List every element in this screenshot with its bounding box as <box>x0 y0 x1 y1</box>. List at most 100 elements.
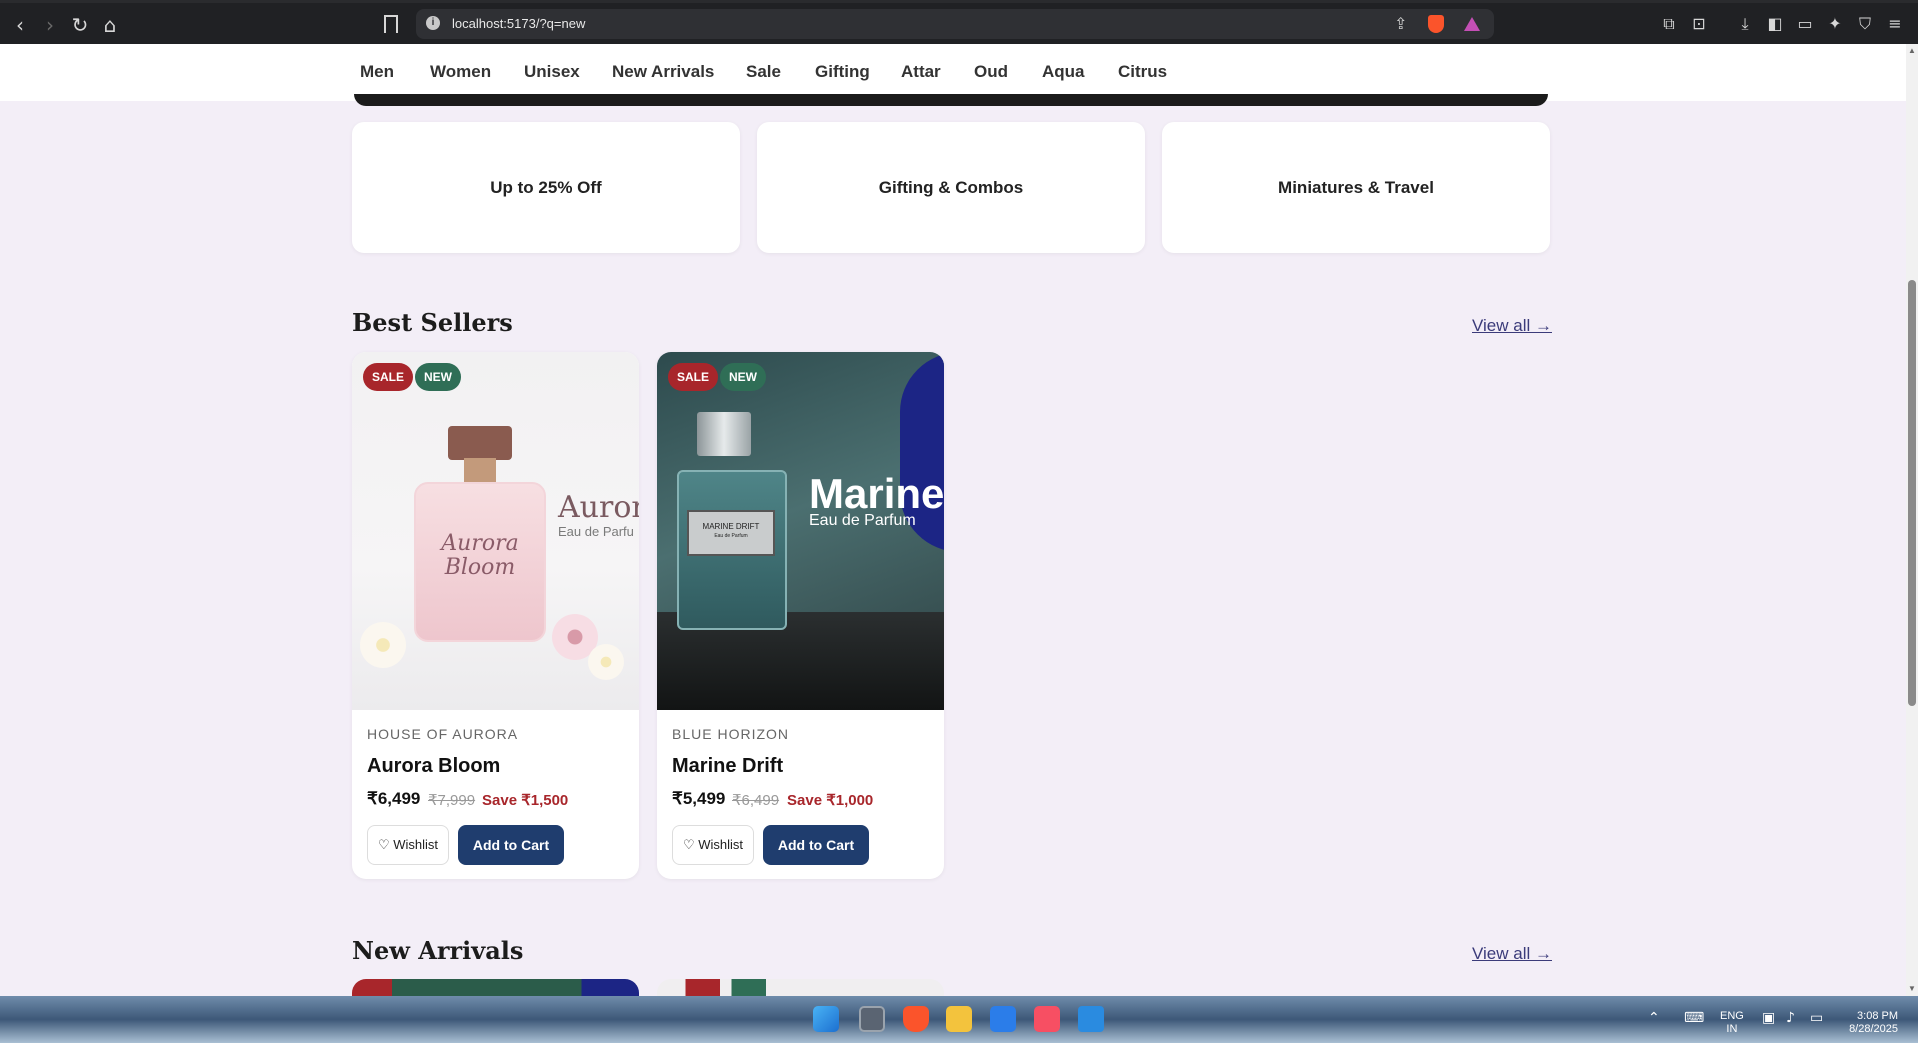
clock-date: 8/28/2025 <box>1849 1023 1898 1035</box>
product-brand: HOUSE OF AURORA <box>367 726 519 742</box>
nav-men[interactable]: Men <box>360 62 394 82</box>
product-card-peek[interactable] <box>657 979 944 996</box>
product-mrp: ₹6,499 <box>732 792 780 809</box>
product-image[interactable]: Aurora Bloom Aurora Eau de Parfu SALE NE… <box>352 352 639 710</box>
category-nav: Men Women Unisex New Arrivals Sale Gifti… <box>0 44 1906 101</box>
product-price: ₹6,499 <box>367 789 421 808</box>
microsoft-store-icon[interactable] <box>990 1006 1016 1032</box>
nav-gifting[interactable]: Gifting <box>815 62 870 82</box>
new-badge: NEW <box>415 363 461 391</box>
nav-new-arrivals[interactable]: New Arrivals <box>612 62 714 82</box>
language-indicator[interactable]: ENG IN <box>1720 1010 1744 1036</box>
image-title: Marine <box>809 470 944 517</box>
product-image[interactable]: MARINE DRIFT Eau de Parfum Marine Eau de… <box>657 352 944 710</box>
image-subtitle: Eau de Parfu <box>558 524 634 539</box>
promo-tile-miniatures[interactable]: Miniatures & Travel <box>1162 122 1550 253</box>
volume-icon[interactable]: ♪ <box>1786 1010 1795 1026</box>
back-icon[interactable]: ‹ <box>8 13 32 37</box>
network-icon[interactable]: ▣ <box>1762 1010 1775 1026</box>
wishlist-button[interactable]: ♡ Wishlist <box>672 825 754 865</box>
bottle-label-title: MARINE DRIFT <box>702 522 760 531</box>
new-arrivals-view-all-link[interactable]: View all → <box>1472 944 1552 964</box>
vscode-icon[interactable] <box>1078 1006 1104 1032</box>
product-card-marine-drift[interactable]: MARINE DRIFT Eau de Parfum Marine Eau de… <box>657 352 944 879</box>
nav-unisex[interactable]: Unisex <box>524 62 580 82</box>
best-sellers-view-all-link[interactable]: View all → <box>1472 316 1552 336</box>
downloads-icon[interactable]: ⤓ <box>1734 13 1756 35</box>
product-savings: Save ₹1,500 <box>482 792 569 809</box>
leo-ai-icon[interactable]: ✦ <box>1824 13 1846 35</box>
nav-women[interactable]: Women <box>430 62 491 82</box>
scroll-down-icon[interactable]: ▼ <box>1908 984 1916 993</box>
image-title: Aurora <box>558 490 639 525</box>
menu-icon[interactable]: ≡ <box>1884 13 1906 35</box>
product-name[interactable]: Aurora Bloom <box>367 755 500 778</box>
url-text[interactable]: localhost:5173/?q=new <box>452 16 585 31</box>
bookmark-icon[interactable] <box>384 15 398 33</box>
best-sellers-title: Best Sellers <box>352 308 513 337</box>
new-arrivals-title: New Arrivals <box>352 936 524 965</box>
browser-toolbar: ‹ › ↻ ⌂ i localhost:5173/?q=new ⇪ ⧉ ⊡ ⤓ … <box>0 0 1918 44</box>
task-view-icon[interactable] <box>859 1006 885 1032</box>
region-code: IN <box>1726 1023 1738 1035</box>
promo-tile-sale[interactable]: Up to 25% Off <box>352 122 740 253</box>
file-explorer-icon[interactable] <box>946 1006 972 1032</box>
sale-badge: SALE <box>363 363 414 391</box>
extensions-icon[interactable]: ⧉ <box>1658 13 1680 35</box>
nav-oud[interactable]: Oud <box>974 62 1008 82</box>
hero-banner <box>354 94 1548 106</box>
keyboard-icon[interactable]: ⌨ <box>1684 1010 1704 1026</box>
bottle-label-subtitle: Eau de Parfum <box>714 533 748 539</box>
wishlist-button[interactable]: ♡ Wishlist <box>367 825 449 865</box>
add-to-cart-button[interactable]: Add to Cart <box>458 825 564 865</box>
bottle-neck <box>464 458 496 484</box>
clock-time: 3:08 PM <box>1857 1010 1898 1022</box>
reload-icon[interactable]: ↻ <box>68 13 92 37</box>
product-savings: Save ₹1,000 <box>787 792 874 809</box>
site-info-icon[interactable]: i <box>426 16 440 30</box>
tray-overflow-icon[interactable]: ⌃ <box>1648 1010 1660 1026</box>
language-code: ENG <box>1720 1010 1744 1022</box>
bottle-label-text: Aurora Bloom <box>441 531 519 580</box>
new-badge: NEW <box>720 363 766 391</box>
promo-label: Gifting & Combos <box>878 178 1024 197</box>
add-to-cart-button[interactable]: Add to Cart <box>763 825 869 865</box>
brave-rewards-icon[interactable] <box>1464 17 1480 31</box>
apple-music-icon[interactable] <box>1034 1006 1060 1032</box>
nav-sale[interactable]: Sale <box>746 62 781 82</box>
windows-taskbar: ⌃ ⌨ ENG IN ▣ ♪ ▭ 3:08 PM 8/28/2025 <box>0 996 1918 1043</box>
bottle-cap <box>448 426 512 460</box>
scroll-up-icon[interactable]: ▲ <box>1908 46 1916 55</box>
bottle-label: MARINE DRIFT Eau de Parfum <box>687 510 775 556</box>
flower-decoration <box>588 644 624 680</box>
home-icon[interactable]: ⌂ <box>98 13 122 37</box>
product-brand: BLUE HORIZON <box>672 726 790 742</box>
flower-decoration <box>360 622 406 668</box>
wallet-icon[interactable]: ▭ <box>1794 13 1816 35</box>
sale-badge: SALE <box>668 363 719 391</box>
image-subtitle: Eau de Parfum <box>809 512 916 529</box>
bottle-cap <box>697 412 751 456</box>
nav-citrus[interactable]: Citrus <box>1118 62 1167 82</box>
brave-shields-icon[interactable] <box>1428 15 1444 33</box>
product-price: ₹5,499 <box>672 789 726 808</box>
clock[interactable]: 3:08 PM 8/28/2025 <box>1838 1010 1898 1036</box>
sidebar-icon[interactable]: ◧ <box>1764 13 1786 35</box>
forward-icon[interactable]: › <box>38 13 62 37</box>
vpn-icon[interactable]: ⛉ <box>1854 13 1876 35</box>
windows-start-icon[interactable] <box>813 1006 839 1032</box>
product-name[interactable]: Marine Drift <box>672 755 783 778</box>
nav-aqua[interactable]: Aqua <box>1042 62 1085 82</box>
address-bar[interactable]: i localhost:5173/?q=new ⇪ <box>416 9 1494 39</box>
product-mrp: ₹7,999 <box>428 792 476 809</box>
nav-attar[interactable]: Attar <box>901 62 941 82</box>
reader-mode-icon[interactable]: ⊡ <box>1688 13 1710 35</box>
brave-browser-icon[interactable] <box>903 1006 929 1032</box>
product-card-aurora-bloom[interactable]: Aurora Bloom Aurora Eau de Parfu SALE NE… <box>352 352 639 879</box>
product-card-peek[interactable] <box>352 979 639 996</box>
promo-tile-gifting[interactable]: Gifting & Combos <box>757 122 1145 253</box>
share-icon[interactable]: ⇪ <box>1394 14 1407 33</box>
promo-label: Up to 25% Off <box>490 178 602 197</box>
battery-icon[interactable]: ▭ <box>1810 1010 1823 1026</box>
scrollbar-thumb[interactable] <box>1908 280 1916 706</box>
